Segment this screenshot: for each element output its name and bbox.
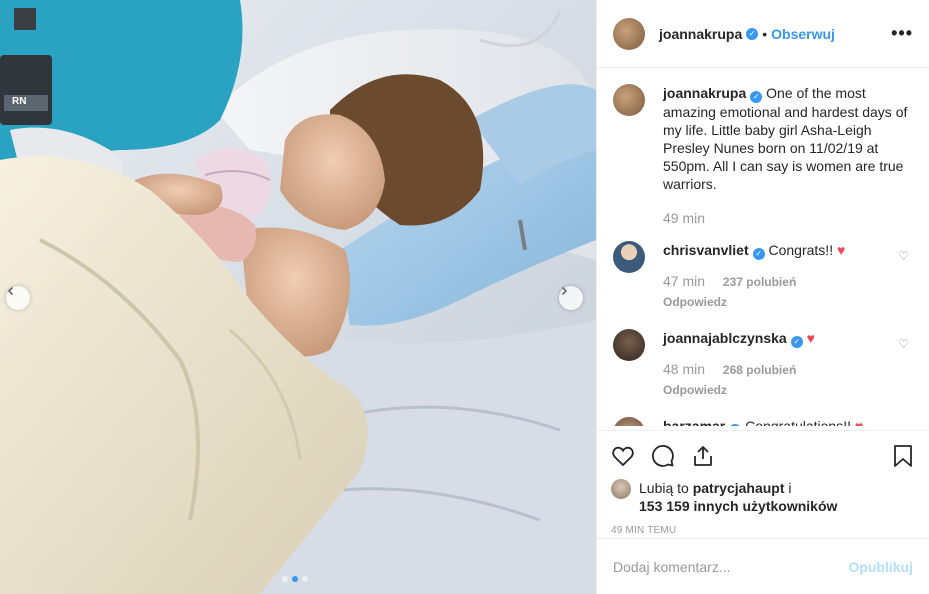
commenter-avatar[interactable] xyxy=(613,329,645,361)
follow-button[interactable]: Obserwuj xyxy=(771,26,835,42)
badge-label: RN xyxy=(12,96,27,107)
comment-likes[interactable]: 237 polubień xyxy=(723,275,796,289)
list-item: joannajablczynska ✓ ♥ 48 min 268 polubień… xyxy=(613,329,917,399)
bookmark-icon[interactable] xyxy=(891,444,915,468)
caption-avatar[interactable] xyxy=(613,84,645,116)
add-comment-bar: Opublikuj xyxy=(597,538,929,594)
comment-likes[interactable]: 268 polubień xyxy=(723,363,796,377)
verified-icon: ✓ xyxy=(729,424,742,426)
commenter-avatar[interactable] xyxy=(613,241,645,273)
list-item: chrisvanvliet ✓ Congrats!! ♥ 47 min 237 p… xyxy=(613,241,917,311)
more-options-icon[interactable]: ••• xyxy=(891,23,913,44)
post-photo[interactable]: RN xyxy=(0,0,596,594)
heart-emoji-icon: ♥ xyxy=(836,242,846,258)
carousel-indicator xyxy=(282,576,308,582)
verified-icon: ✓ xyxy=(790,336,803,348)
heart-emoji-icon: ♥ xyxy=(854,418,864,426)
carousel-dot xyxy=(302,576,308,582)
chevron-left-icon xyxy=(7,286,14,296)
commenter-avatar[interactable] xyxy=(613,417,645,426)
post-actions: Lubią to patrycjahaupt i 153 159 innych … xyxy=(597,430,929,536)
author-username[interactable]: joannakrupa xyxy=(659,26,742,42)
comment-text: Congratulations!! xyxy=(745,418,851,426)
comment-time[interactable]: 47 min xyxy=(663,273,705,289)
comment-time[interactable]: 48 min xyxy=(663,361,705,377)
comment-input[interactable] xyxy=(613,558,849,575)
liker-avatar[interactable] xyxy=(611,479,631,499)
reply-button[interactable]: Odpowiedz xyxy=(663,381,917,399)
likes-summary: Lubią to patrycjahaupt i 153 159 innych … xyxy=(611,479,915,515)
list-item: barzamar ✓ Congratulations!! ♥ xyxy=(613,417,917,426)
likes-prefix: Lubią to xyxy=(639,480,689,496)
chevron-right-icon xyxy=(561,286,568,296)
caption-time[interactable]: 49 min xyxy=(663,210,705,226)
photo-illustration xyxy=(0,0,596,594)
heart-outline-icon[interactable] xyxy=(611,444,635,468)
comment-text: Congrats!! xyxy=(768,242,834,258)
header-separator: • xyxy=(762,25,768,42)
liker-username[interactable]: patrycjahaupt xyxy=(693,480,785,496)
verified-icon: ✓ xyxy=(750,91,763,103)
comment-like-icon[interactable]: ♡ xyxy=(898,337,909,351)
previous-photo-button[interactable] xyxy=(6,286,30,310)
comment-icon[interactable] xyxy=(651,444,675,468)
share-icon[interactable] xyxy=(691,444,715,468)
publish-button[interactable]: Opublikuj xyxy=(848,559,913,575)
comment-username[interactable]: chrisvanvliet xyxy=(663,242,749,258)
next-photo-button[interactable] xyxy=(559,286,583,310)
post-timestamp[interactable]: 49 MIN TEMU xyxy=(611,525,915,536)
caption: joannakrupa ✓ One of the most amazing emo… xyxy=(613,84,917,227)
post-header: joannakrupa ✓ • Obserwuj ••• xyxy=(597,0,929,68)
carousel-dot-active xyxy=(292,576,298,582)
likes-joiner: i xyxy=(788,480,792,496)
comment-like-icon[interactable]: ♡ xyxy=(898,249,909,263)
post-side-panel: joannakrupa ✓ • Obserwuj ••• joannakrupa… xyxy=(596,0,929,594)
heart-emoji-icon: ♥ xyxy=(806,330,815,346)
caption-username[interactable]: joannakrupa xyxy=(663,85,746,101)
comment-username[interactable]: barzamar xyxy=(663,418,725,426)
carousel-dot xyxy=(282,576,288,582)
comment-username[interactable]: joannajablczynska xyxy=(663,330,787,346)
reply-button[interactable]: Odpowiedz xyxy=(663,293,917,311)
verified-icon: ✓ xyxy=(752,248,765,260)
comments-list[interactable]: joannakrupa ✓ One of the most amazing emo… xyxy=(613,84,917,426)
likes-count[interactable]: 153 159 innych użytkowników xyxy=(639,498,837,514)
verified-icon: ✓ xyxy=(746,27,759,40)
caption-text: One of the most amazing emotional and ha… xyxy=(663,85,908,192)
author-avatar[interactable] xyxy=(613,17,645,50)
